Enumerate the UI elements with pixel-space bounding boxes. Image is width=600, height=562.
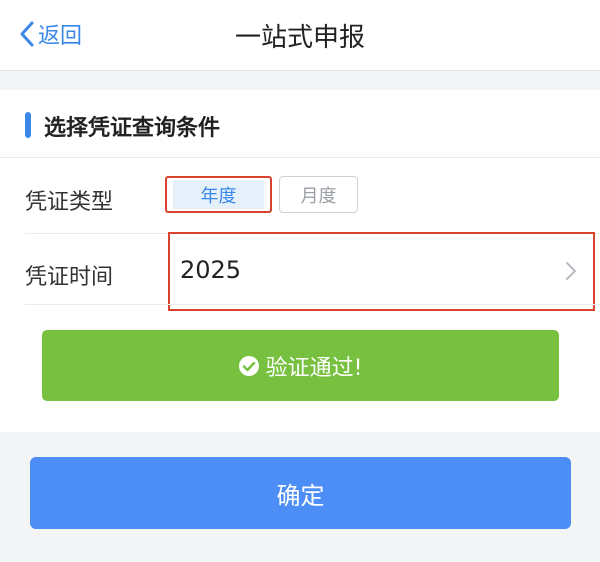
voucher-type-label: 凭证类型 — [25, 190, 114, 215]
verification-message: 验证通过! — [265, 355, 363, 381]
voucher-time-value: 2025 — [180, 256, 242, 284]
verification-status-bar: 验证通过! — [42, 330, 559, 401]
section-header: 选择凭证查询条件 — [0, 90, 600, 158]
voucher-time-label: 凭证时间 — [25, 265, 114, 290]
row-divider — [25, 304, 600, 305]
section-accent-bar — [25, 112, 31, 138]
section-title: 选择凭证查询条件 — [44, 116, 221, 141]
confirm-button[interactable]: 确定 — [30, 457, 571, 529]
voucher-type-option-year[interactable]: 年度 — [165, 176, 272, 213]
page-title: 一站式申报 — [234, 23, 365, 53]
voucher-time-picker[interactable]: 2025 — [168, 232, 595, 311]
query-form-card: 选择凭证查询条件 凭证类型 年度 月度 凭证时间 2025 验证通过! — [0, 90, 600, 432]
check-circle-icon — [238, 355, 259, 376]
voucher-type-option-year-label: 年度 — [173, 180, 264, 209]
voucher-type-option-month[interactable]: 月度 — [279, 176, 358, 213]
chevron-right-icon — [566, 262, 576, 280]
nav-bar: 返回 一站式申报 — [0, 0, 600, 71]
